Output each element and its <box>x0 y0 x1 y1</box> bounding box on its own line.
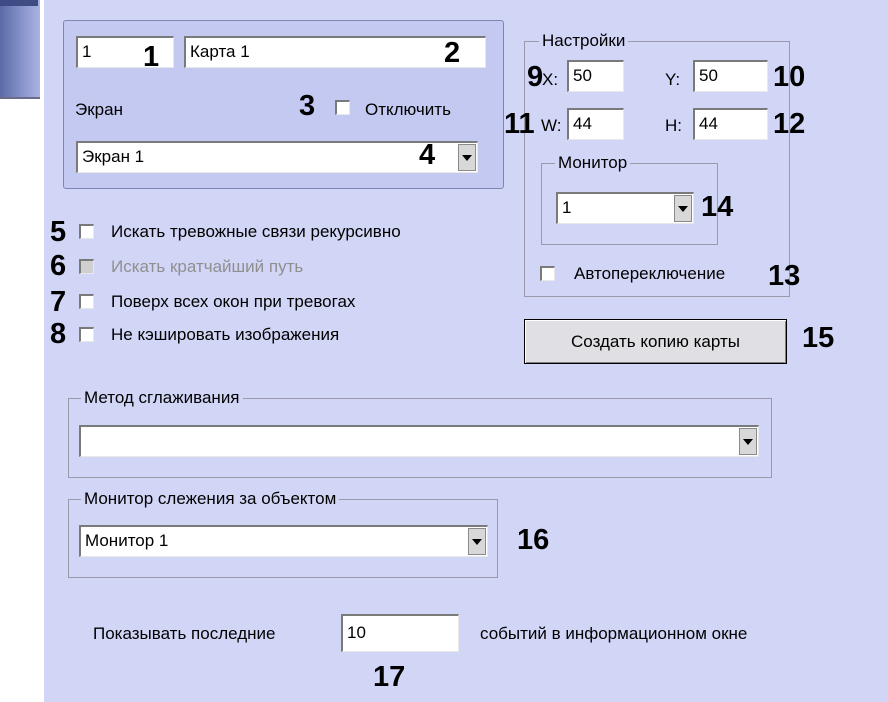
smoothing-legend: Метод сглаживания <box>81 388 243 408</box>
y-label: Y: <box>665 70 681 89</box>
screen-select-dropdown-button[interactable] <box>458 144 476 171</box>
h-label: H: <box>665 116 682 135</box>
autoswitch-checkbox[interactable] <box>540 266 555 281</box>
smoothing-select-dropdown-button[interactable] <box>739 428 757 455</box>
events-prefix-label: Показывать последние <box>93 624 276 643</box>
x-label: X: <box>542 70 559 89</box>
recursive-checkbox[interactable] <box>79 224 94 239</box>
events-suffix-label: событий в информационном окне <box>480 624 748 643</box>
callout-2: 2 <box>444 37 461 69</box>
w-label: W: <box>541 116 562 135</box>
no-cache-checkbox[interactable] <box>79 327 94 342</box>
x-input[interactable]: 50 <box>567 60 624 92</box>
monitor-legend: Монитор <box>555 153 631 173</box>
callout-6: 6 <box>50 250 67 282</box>
chevron-down-icon <box>472 538 482 545</box>
settings-legend: Настройки <box>539 31 629 51</box>
callout-3: 3 <box>299 90 316 122</box>
h-input[interactable]: 44 <box>693 108 768 140</box>
smoothing-select[interactable] <box>79 425 759 457</box>
callout-16: 16 <box>517 524 550 556</box>
recursive-label: Искать тревожные связи рекурсивно <box>111 222 401 241</box>
disable-checkbox[interactable] <box>335 100 350 115</box>
tracking-select-dropdown-button[interactable] <box>468 528 486 555</box>
left-tab <box>0 0 40 99</box>
callout-14: 14 <box>701 191 734 223</box>
screen-label: Экран <box>75 100 123 119</box>
callout-7: 7 <box>50 286 67 318</box>
create-map-copy-button[interactable]: Создать копию карты <box>524 319 787 364</box>
callout-4: 4 <box>419 139 436 171</box>
callout-12: 12 <box>773 108 806 140</box>
w-input[interactable]: 44 <box>567 108 624 140</box>
tracking-monitor-select[interactable]: Монитор 1 <box>79 525 488 557</box>
no-cache-label: Не кэшировать изображения <box>111 325 340 344</box>
y-input[interactable]: 50 <box>693 60 768 92</box>
chevron-down-icon <box>743 438 753 445</box>
callout-9: 9 <box>527 61 544 93</box>
callout-10: 10 <box>773 61 806 93</box>
on-top-label: Поверх всех окон при тревогах <box>111 292 356 311</box>
autoswitch-label: Автопереключение <box>574 264 726 283</box>
on-top-checkbox[interactable] <box>79 294 94 309</box>
callout-5: 5 <box>50 216 67 248</box>
monitor-select[interactable]: 1 <box>556 192 694 224</box>
map-id-input[interactable]: 1 <box>76 36 174 68</box>
callout-17: 17 <box>373 661 406 693</box>
callout-1: 1 <box>143 41 160 73</box>
events-count-input[interactable]: 10 <box>341 614 459 652</box>
monitor-select-dropdown-button[interactable] <box>674 195 692 222</box>
callout-13: 13 <box>768 260 801 292</box>
tracking-legend: Монитор слежения за объектом <box>81 489 340 509</box>
callout-11: 11 <box>504 108 535 140</box>
disable-label: Отключить <box>365 100 451 119</box>
shortest-path-checkbox[interactable] <box>79 259 94 274</box>
callout-15: 15 <box>802 322 835 354</box>
shortest-path-label: Искать кратчайший путь <box>111 257 304 276</box>
callout-8: 8 <box>50 318 67 350</box>
chevron-down-icon <box>462 154 472 161</box>
chevron-down-icon <box>678 205 688 212</box>
map-name-input[interactable]: Карта 1 <box>184 36 486 68</box>
screen-select[interactable]: Экран 1 <box>76 141 478 173</box>
